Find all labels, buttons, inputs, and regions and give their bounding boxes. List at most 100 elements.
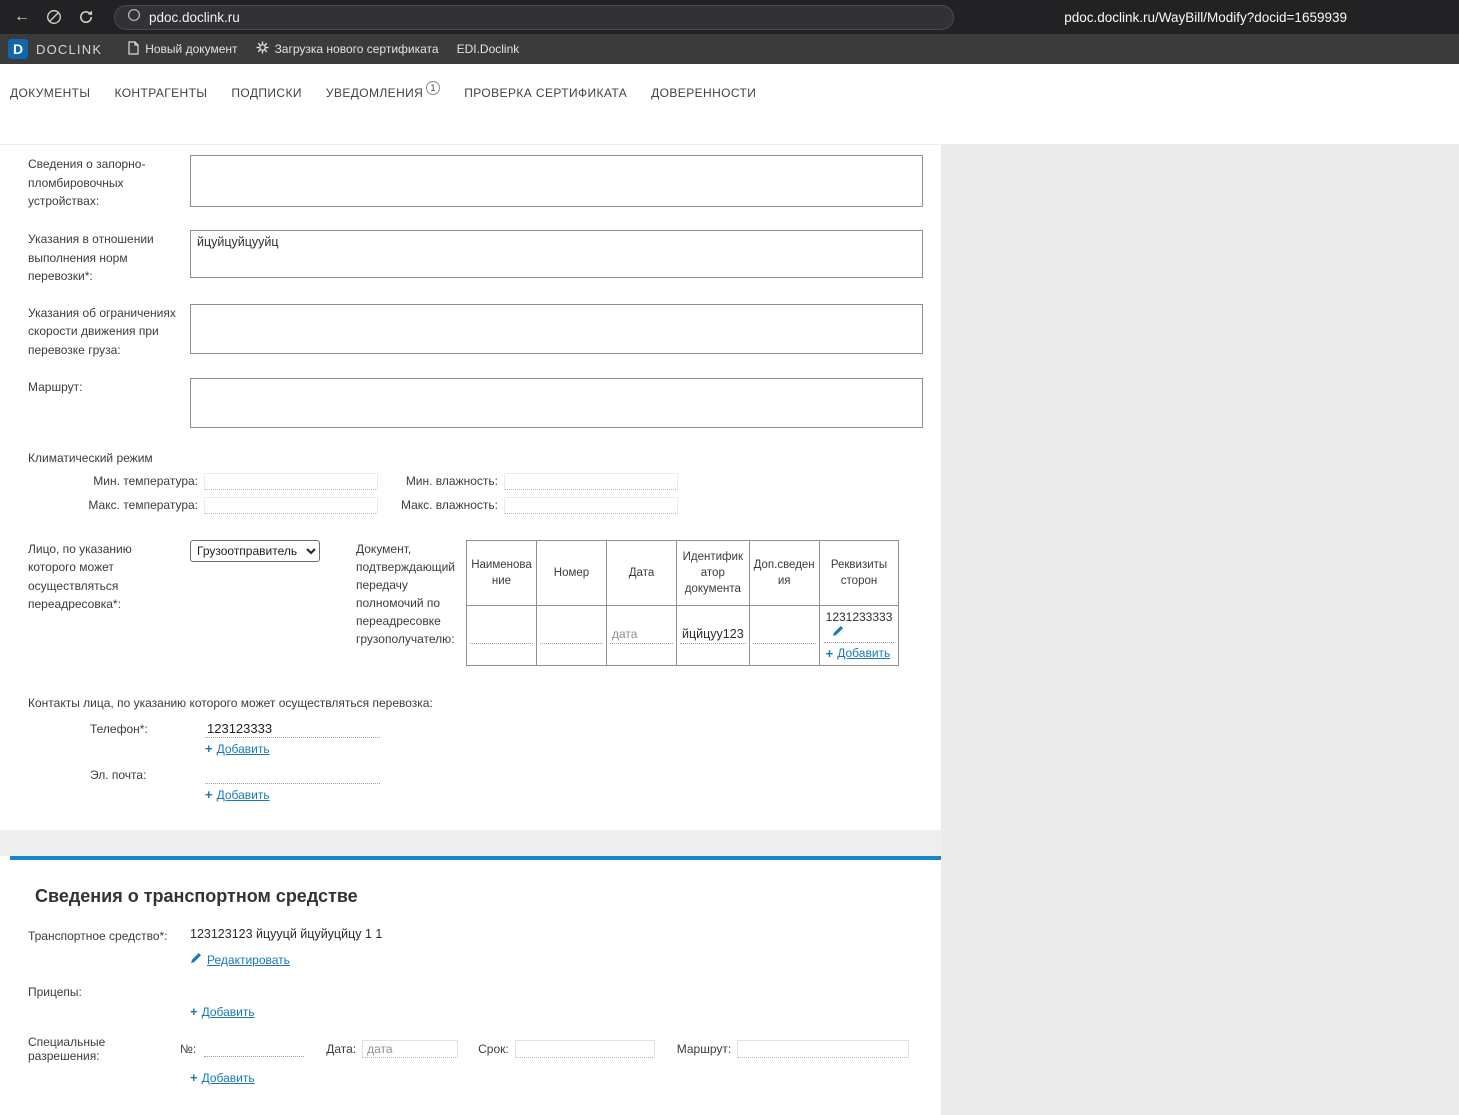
edit-vehicle-label: Редактировать xyxy=(207,952,290,967)
back-icon[interactable]: ← xyxy=(12,0,32,34)
permit-date-label: Дата: xyxy=(326,1041,357,1056)
doc-name-input[interactable] xyxy=(470,626,533,645)
nav-item-contractors[interactable]: КОНТРАГЕНТЫ xyxy=(114,86,207,100)
plus-icon: + xyxy=(190,1070,198,1086)
min-humidity-input[interactable] xyxy=(504,472,678,490)
waybill-form: Сведения о запорно-пломбировочных устрой… xyxy=(0,145,941,1115)
trailers-label: Прицепы: xyxy=(28,984,82,999)
doc-extra-info-input[interactable] xyxy=(752,626,816,645)
speed-restrictions-textarea[interactable] xyxy=(190,303,923,354)
climate-mode-title: Климатический режим xyxy=(28,450,153,465)
page-gutter xyxy=(941,145,1459,1115)
add-permit-button[interactable]: + Добавить xyxy=(190,1071,941,1085)
refresh-icon[interactable] xyxy=(76,0,96,34)
gear-icon xyxy=(256,41,269,57)
column-header-name: Наименование xyxy=(466,539,537,606)
permit-term-label: Срок: xyxy=(478,1041,509,1056)
new-document-button[interactable]: Новый документ xyxy=(128,40,238,58)
plus-icon: + xyxy=(205,787,213,803)
upload-certificate-label: Загрузка нового сертификата xyxy=(274,42,439,56)
max-temperature-input[interactable] xyxy=(204,496,378,514)
doc-identifier-input[interactable]: йцйцуу123 xyxy=(680,626,746,645)
norms-instructions-textarea[interactable]: йцуйцуйцууйц xyxy=(190,230,923,278)
add-phone-label: Добавить xyxy=(216,741,270,756)
add-email-button[interactable]: + Добавить xyxy=(205,788,941,802)
pencil-icon xyxy=(190,951,202,969)
route-textarea[interactable] xyxy=(190,377,923,428)
section-separator xyxy=(0,829,941,856)
vehicle-label: Транспортное средство*: xyxy=(28,928,168,943)
add-phone-button[interactable]: + Добавить xyxy=(205,742,941,756)
browser-toolbar: ← pdoc.doclink.ru pdoc.doclink.ru/WayBil… xyxy=(0,0,1459,34)
url-text: pdoc.doclink.ru xyxy=(149,9,240,25)
column-header-identifier: Идентификатор документа xyxy=(676,539,750,606)
notifications-count-badge: 1 xyxy=(426,81,441,95)
column-header-date: Дата xyxy=(606,539,677,606)
permit-route-label: Маршрут: xyxy=(676,1041,732,1056)
email-label: Эл. почта: xyxy=(90,767,147,782)
nav-item-documents[interactable]: ДОКУМЕНТЫ xyxy=(10,86,90,100)
nav-item-certificate-check[interactable]: ПРОВЕРКА СЕРТИФИКАТА xyxy=(464,86,627,100)
phone-label: Телефон*: xyxy=(90,721,148,736)
address-bar[interactable]: pdoc.doclink.ru xyxy=(114,4,954,30)
redirect-person-select[interactable]: Грузоотправитель xyxy=(190,539,320,562)
plus-icon: + xyxy=(190,1004,198,1020)
vehicle-value: 123123123 йцууцй йцуйуцйцу 1 1 xyxy=(190,926,383,941)
sealing-devices-textarea[interactable] xyxy=(190,155,923,207)
permit-date-input[interactable] xyxy=(362,1039,459,1058)
sealing-devices-label: Сведения о запорно-пломбировочных устрой… xyxy=(28,157,146,209)
permit-number-label: №: xyxy=(180,1041,197,1056)
redirect-person-label: Лицо, по указанию которого может осущест… xyxy=(28,541,132,612)
edi-doclink-label: EDI.Doclink xyxy=(456,42,520,56)
plus-icon: + xyxy=(825,645,834,661)
carriage-conditions-panel: Сведения о запорно-пломбировочных устрой… xyxy=(0,145,941,830)
add-permit-label: Добавить xyxy=(201,1070,255,1085)
brand-name[interactable]: DOCLINK xyxy=(36,42,102,57)
min-temperature-input[interactable] xyxy=(204,472,378,490)
add-trailer-label: Добавить xyxy=(201,1004,255,1019)
doc-number-input[interactable] xyxy=(540,626,603,645)
vehicle-info-panel: Сведения о транспортном средстве Транспо… xyxy=(0,860,941,1115)
site-identity-icon xyxy=(127,8,141,27)
add-requisites-button[interactable]: + Добавить xyxy=(823,642,895,661)
add-email-label: Добавить xyxy=(216,787,270,802)
route-label: Маршрут: xyxy=(28,379,83,394)
add-requisites-label: Добавить xyxy=(837,646,891,661)
nav-item-notifications-label: УВЕДОМЛЕНИЯ xyxy=(325,86,424,100)
permit-term-input[interactable] xyxy=(514,1039,655,1058)
min-humidity-label: Мин. влажность: xyxy=(405,474,498,489)
permit-number-input[interactable] xyxy=(204,1040,305,1058)
max-humidity-label: Макс. влажность: xyxy=(400,498,498,513)
edi-doclink-link[interactable]: EDI.Doclink xyxy=(457,42,520,56)
requisites-value: 1231233333 xyxy=(825,610,893,625)
plus-icon: + xyxy=(205,741,213,757)
app-toolbar: D DOCLINK Новый документ Загрузка нового… xyxy=(0,34,1459,64)
edit-vehicle-button[interactable]: Редактировать xyxy=(190,951,941,969)
column-header-requisites: Реквизиты сторон xyxy=(818,539,900,606)
page-body: Сведения о запорно-пломбировочных устрой… xyxy=(0,145,1459,1115)
special-permits-label: Специальные разрешения: xyxy=(28,1034,106,1063)
email-input[interactable] xyxy=(205,765,380,784)
min-temperature-label: Мин. температура: xyxy=(93,474,198,489)
edit-requisites-icon[interactable] xyxy=(824,625,895,642)
max-humidity-input[interactable] xyxy=(504,496,678,514)
nav-item-notifications[interactable]: УВЕДОМЛЕНИЯ 1 xyxy=(325,81,441,101)
phone-input[interactable] xyxy=(205,719,380,738)
site-permissions-icon[interactable] xyxy=(44,0,64,34)
doc-date-input[interactable]: дата xyxy=(610,626,673,645)
norms-instructions-label: Указания в отношении выполнения норм пер… xyxy=(28,232,154,284)
speed-restrictions-label: Указания об ограничениях скорости движен… xyxy=(28,305,176,357)
max-temperature-label: Макс. температура: xyxy=(88,498,198,513)
column-header-extra-info: Доп.сведения xyxy=(748,539,820,606)
doclink-logo[interactable]: D xyxy=(8,39,28,59)
permit-route-input[interactable] xyxy=(737,1039,910,1058)
contacts-section-label: Контакты лица, по указанию которого може… xyxy=(28,695,433,710)
transfer-document-table: Наименование Номер Дата Идентификатор до… xyxy=(466,539,900,666)
add-trailer-button[interactable]: + Добавить xyxy=(190,1005,941,1019)
upload-certificate-button[interactable]: Загрузка нового сертификата xyxy=(256,41,439,57)
column-header-number: Номер xyxy=(536,539,607,606)
nav-item-powers-of-attorney[interactable]: ДОВЕРЕННОСТИ xyxy=(651,86,756,100)
table-row: дата йцйцуу123 1231233333 + Добавить xyxy=(466,604,900,666)
nav-item-subscriptions[interactable]: ПОДПИСКИ xyxy=(231,86,302,100)
transfer-document-label: Документ, подтверждающий передачу полном… xyxy=(356,541,455,646)
